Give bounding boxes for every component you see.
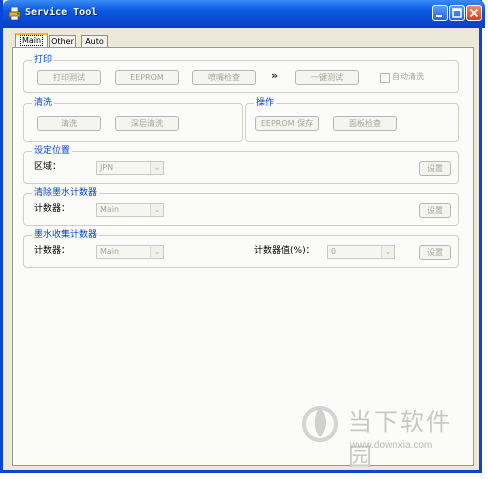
clean-button[interactable]: 清洗: [37, 116, 101, 131]
ink-collect-group: 墨水收集计数器 计数器： Main ⌄ 计数器值(%)： 0 ⌄ 设置: [23, 229, 459, 268]
close-icon: [469, 8, 479, 18]
ink-collect-counter-label: 计数器：: [34, 246, 71, 256]
ink-counter-group-label: 清除墨水计数器: [32, 187, 100, 199]
ink-counter-set-button[interactable]: 设置: [419, 203, 451, 218]
ink-collect-counter-select[interactable]: Main ⌄: [96, 245, 164, 259]
position-group-label: 设定位置: [32, 145, 73, 157]
ink-counter-value: Main: [100, 205, 120, 214]
title-bar[interactable]: Service Tool: [3, 0, 485, 28]
printer-app-icon: [8, 7, 21, 20]
tab-other[interactable]: Other: [49, 35, 76, 47]
maximize-icon: [452, 8, 462, 18]
watermark-text: 当下软件园: [348, 408, 452, 471]
chevron-down-icon: ⌄: [150, 162, 163, 174]
counter-value-select[interactable]: 0 ⌄: [327, 245, 395, 259]
operate-group: 操作 EEPROM 保存 面板检查: [245, 97, 459, 142]
arrows-icon: »: [271, 69, 278, 82]
deep-clean-button[interactable]: 深层清洗: [115, 116, 179, 131]
ink-counter-group: 清除墨水计数器 计数器： Main ⌄ 设置: [23, 187, 459, 226]
watermark-url: www.downxia.com: [350, 440, 433, 451]
ink-collect-counter-value: Main: [100, 247, 120, 256]
region-select[interactable]: JPN ⌄: [96, 161, 164, 175]
eeprom-save-button[interactable]: EEPROM 保存: [255, 116, 319, 131]
counter-value-value: 0: [331, 247, 337, 256]
auto-clean-checkbox[interactable]: [380, 73, 390, 83]
region-set-button[interactable]: 设置: [419, 161, 451, 176]
print-group: 打印 打印测试 EEPROM 喷嘴检查 » 一键测试 自动清洗: [23, 54, 459, 93]
panel-check-button[interactable]: 面板检查: [333, 116, 397, 131]
chevron-down-icon: ⌄: [150, 204, 163, 216]
downxia-logo-icon: [302, 406, 338, 442]
nozzle-check-button[interactable]: 喷嘴检查: [192, 70, 256, 85]
eeprom-button[interactable]: EEPROM: [115, 70, 179, 85]
tab-main[interactable]: Main: [15, 33, 48, 48]
region-value: JPN: [100, 163, 114, 172]
operate-group-label: 操作: [254, 97, 277, 109]
auto-clean-label: 自动清洗: [392, 72, 424, 81]
ink-collect-set-button[interactable]: 设置: [419, 245, 451, 260]
close-button[interactable]: [466, 5, 482, 21]
region-label: 区域：: [34, 162, 62, 172]
counter-value-label: 计数器值(%)：: [254, 246, 315, 256]
print-group-label: 打印: [32, 54, 55, 66]
window-title: Service Tool: [25, 7, 98, 18]
position-group: 设定位置 区域： JPN ⌄ 设置: [23, 145, 459, 184]
maximize-button[interactable]: [449, 5, 465, 21]
print-test-button[interactable]: 打印测试: [37, 70, 101, 85]
clean-group-label: 清洗: [32, 97, 55, 109]
chevron-down-icon: ⌄: [150, 246, 163, 258]
ink-counter-select[interactable]: Main ⌄: [96, 203, 164, 217]
chevron-down-icon: ⌄: [381, 246, 394, 258]
minimize-icon: [436, 15, 442, 17]
one-key-test-button[interactable]: 一键测试: [295, 70, 359, 85]
minimize-button[interactable]: [432, 5, 448, 21]
clean-group: 清洗 清洗 深层清洗: [23, 97, 243, 142]
ink-counter-label: 计数器：: [34, 204, 71, 214]
watermark: 当下软件园 www.downxia.com: [300, 400, 470, 471]
ink-collect-group-label: 墨水收集计数器: [32, 229, 100, 241]
tab-auto[interactable]: Auto: [81, 35, 108, 47]
